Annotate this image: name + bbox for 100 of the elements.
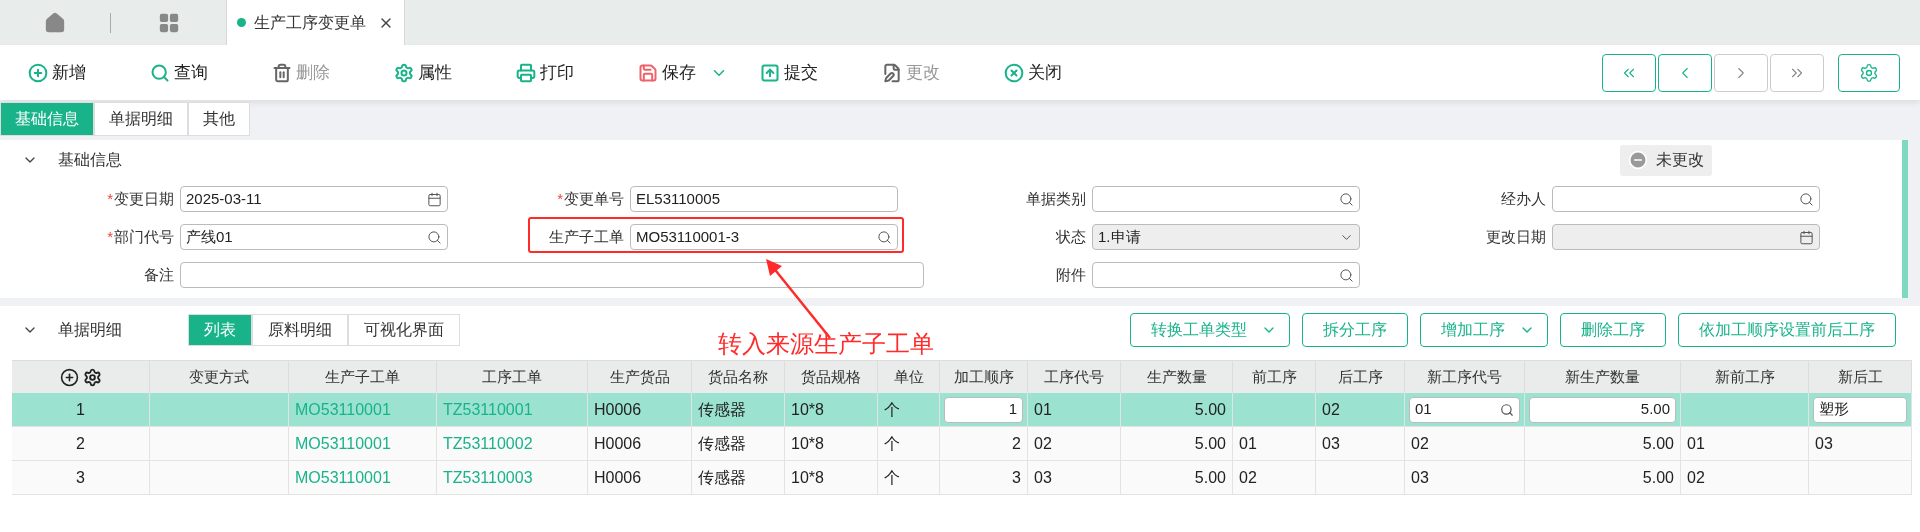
table-cell-text: 5.00: [1642, 433, 1674, 454]
search-icon: [877, 229, 892, 245]
column-header[interactable]: 生产货品: [609, 365, 670, 389]
detail-tab[interactable]: 可视化界面: [348, 314, 460, 346]
nav-button[interactable]: [1602, 53, 1656, 92]
input-field[interactable]: EL53110005: [630, 186, 898, 212]
table-cell-text: 01: [1239, 433, 1257, 454]
required-marker: *: [107, 188, 113, 209]
table-cell-text: 传感器: [698, 467, 746, 488]
column-header[interactable]: 变更方式: [189, 365, 249, 389]
add-row-icon[interactable]: [59, 367, 79, 387]
section-title: 单据明细: [58, 320, 123, 340]
toolbar-icon: [28, 62, 48, 83]
select-field[interactable]: 1.申请: [1092, 224, 1360, 250]
required-marker: *: [557, 188, 563, 209]
toolbar-button[interactable]: 保存: [638, 59, 696, 86]
table-cell-text: 个: [884, 433, 900, 454]
column-header[interactable]: 新工序代号: [1427, 365, 1502, 389]
search-icon: [1339, 267, 1354, 283]
page-tab[interactable]: 其他: [188, 102, 250, 136]
cell-input[interactable]: 塑形: [1813, 396, 1907, 423]
column-header[interactable]: 货品名称: [708, 365, 768, 389]
column-header[interactable]: 后工序: [1337, 365, 1383, 389]
column-header[interactable]: 生产数量: [1146, 365, 1207, 389]
table-cell-text: H0006: [594, 467, 642, 488]
toolbar-icon: [150, 62, 170, 83]
field-label: 生产子工单: [549, 226, 624, 247]
toolbar-icon: [882, 62, 902, 83]
table-cell-text: H0006: [594, 433, 642, 454]
field-label: 单据类别: [1026, 188, 1086, 209]
field-label: 部门代号: [114, 226, 174, 247]
minus-icon: [1628, 150, 1648, 170]
toolbar-icon: [272, 62, 292, 83]
field-label: 备注: [144, 264, 174, 285]
page-tab[interactable]: 单据明细: [94, 102, 188, 136]
column-header[interactable]: 单位: [893, 365, 924, 389]
toolbar-icon: [760, 62, 780, 83]
table-cell-text: 03: [1411, 467, 1429, 488]
toolbar-icon: [394, 62, 414, 83]
column-header[interactable]: 新前工序: [1714, 365, 1775, 389]
input-field[interactable]: [1552, 186, 1820, 212]
column-header[interactable]: 前工序: [1251, 365, 1297, 389]
calendar-icon: [427, 191, 442, 207]
table-cell-text: 02: [1034, 433, 1052, 454]
toolbar-button[interactable]: 打印: [516, 59, 574, 86]
input-field[interactable]: 2025-03-11: [180, 186, 448, 212]
table-cell-text: 传感器: [698, 399, 746, 420]
search-icon: [1339, 191, 1354, 207]
table-cell-text: 3: [1012, 467, 1021, 488]
table-cell-text: 2: [1012, 433, 1021, 454]
field-label: 变更单号: [564, 188, 624, 209]
annotation-text: 转入来源生产子工单: [718, 329, 934, 359]
document-tab[interactable]: 生产工序变更单: [226, 0, 405, 45]
input-field[interactable]: MO53110001-3: [630, 224, 898, 250]
toolbar-button[interactable]: 新增: [28, 59, 86, 86]
cell-input[interactable]: 1: [944, 396, 1023, 423]
toolbar-button[interactable]: 查询: [150, 59, 208, 86]
table-cell-text: 个: [884, 467, 900, 488]
table-cell-text: 10*8: [791, 399, 824, 420]
column-header[interactable]: 新生产数量: [1565, 365, 1640, 389]
nav-button[interactable]: [1658, 53, 1712, 92]
column-header[interactable]: 新后工: [1837, 365, 1883, 389]
table-cell-text: 01: [1034, 399, 1052, 420]
table-cell-text: 5.00: [1194, 467, 1226, 488]
input-field[interactable]: 产线01: [180, 224, 448, 250]
table-cell-text: 1: [76, 399, 85, 420]
table-cell-text: 5.00: [1642, 467, 1674, 488]
section-title: 基础信息: [58, 150, 122, 170]
table-row[interactable]: 1 MO53110001 TZ53110001 H0006 传感器 10*8 个 1 01 5.00 02 01 5.00 塑形: [12, 393, 1912, 427]
table-cell-text: 2: [76, 433, 85, 454]
table-cell-text: 02: [1322, 399, 1340, 420]
home-icon[interactable]: [44, 11, 66, 34]
toolbar-button[interactable]: 提交: [760, 59, 818, 86]
table-cell-text: 03: [1322, 433, 1340, 454]
table-cell-text: 10*8: [791, 467, 824, 488]
column-header[interactable]: 加工顺序: [953, 365, 1014, 389]
detail-tab[interactable]: 原料明细: [252, 314, 348, 346]
column-header[interactable]: 工序工单: [482, 365, 542, 389]
column-header[interactable]: 生产子工单: [325, 365, 400, 389]
settings-button[interactable]: [1838, 53, 1900, 92]
search-icon: [427, 229, 442, 245]
table-cell-text: 03: [1815, 433, 1833, 454]
field-label: 附件: [1056, 264, 1086, 285]
column-header[interactable]: 货品规格: [801, 365, 861, 389]
cell-input[interactable]: 01: [1409, 396, 1520, 423]
toolbar-button[interactable]: 属性: [394, 59, 452, 86]
input-field[interactable]: [1092, 262, 1360, 288]
table-cell-text: 5.00: [1194, 433, 1226, 454]
field-label: 变更日期: [114, 188, 174, 209]
table-cell-text: 10*8: [791, 433, 824, 454]
grid-icon[interactable]: [157, 11, 180, 34]
note-field[interactable]: [180, 262, 924, 288]
table-cell-text: 01: [1687, 433, 1705, 454]
settings-icon[interactable]: [82, 367, 102, 387]
toolbar-button[interactable]: 关闭: [1004, 59, 1062, 86]
input-field[interactable]: [1092, 186, 1360, 212]
column-header[interactable]: 工序代号: [1044, 365, 1104, 389]
cell-input[interactable]: 5.00: [1529, 396, 1676, 423]
search-icon: [1799, 191, 1814, 207]
table-cell-text: 02: [1687, 467, 1705, 488]
